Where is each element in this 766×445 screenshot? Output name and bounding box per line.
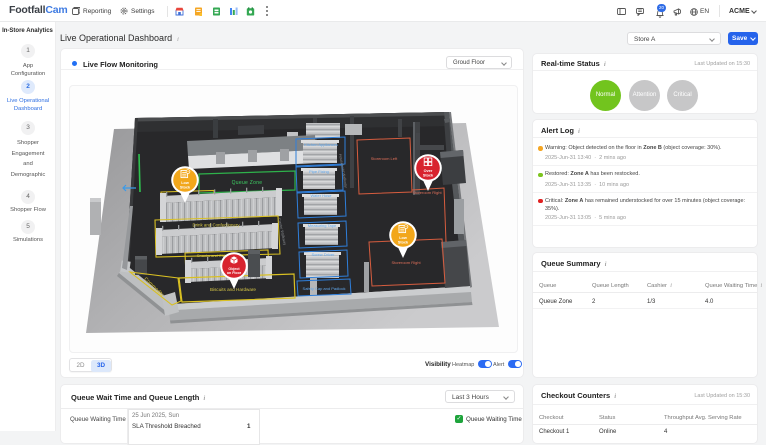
- svg-text:Measuring Tape: Measuring Tape: [308, 223, 337, 228]
- svg-text:Screw Driver: Screw Driver: [312, 252, 336, 257]
- svg-text:Pipe Fixing: Pipe Fixing: [309, 169, 329, 174]
- svg-text:Stock: Stock: [398, 240, 409, 244]
- svg-text:Storeroom Right: Storeroom Right: [391, 260, 421, 265]
- svg-text:Storeroom Left: Storeroom Left: [371, 156, 398, 161]
- svg-text:Storeroom Right: Storeroom Right: [412, 190, 442, 195]
- svg-text:Over: Over: [424, 169, 433, 173]
- svg-text:Safety Cap and Padlock: Safety Cap and Padlock: [303, 286, 346, 291]
- svg-text:Stock: Stock: [423, 173, 434, 177]
- svg-text:Queue Zone: Queue Zone: [232, 180, 263, 186]
- svg-text:on Floor: on Floor: [227, 271, 242, 275]
- svg-text:Low: Low: [399, 236, 407, 240]
- svg-text:Drink and Confectionery: Drink and Confectionery: [192, 223, 240, 228]
- svg-text:Kitchen Appliances: Kitchen Appliances: [304, 142, 338, 147]
- svg-text:Stock: Stock: [180, 185, 191, 189]
- svg-text:Water Hose: Water Hose: [311, 193, 333, 198]
- svg-text:Biscuits and Hardware: Biscuits and Hardware: [210, 287, 256, 292]
- svg-text:Low: Low: [181, 181, 189, 185]
